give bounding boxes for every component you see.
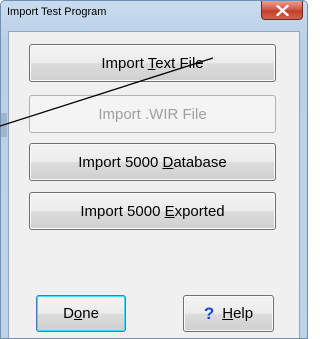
close-icon <box>276 5 289 16</box>
import-wir-file-button[interactable]: Import .WIR File <box>29 95 276 133</box>
import-text-file-button[interactable]: Import Text File <box>29 44 276 82</box>
import-5000-database-button[interactable]: Import 5000 Database <box>29 143 276 181</box>
import-5000-exported-button[interactable]: Import 5000 Exported <box>29 192 276 230</box>
import-test-program-dialog: Import Test Program Import Text File Imp… <box>0 0 308 339</box>
import-5000-exported-label: Import 5000 Exported <box>80 202 225 220</box>
import-wir-file-label: Import .WIR File <box>98 105 207 123</box>
dialog-client-area: Import Text File Import .WIR File Import… <box>8 31 300 338</box>
done-button[interactable]: Done <box>36 295 126 332</box>
done-label: Done <box>63 305 99 322</box>
question-mark-icon: ? <box>203 303 215 323</box>
window-title: Import Test Program <box>7 6 107 18</box>
import-5000-database-label: Import 5000 Database <box>78 153 227 171</box>
help-label: Help <box>222 305 254 322</box>
title-bar[interactable]: Import Test Program <box>1 1 307 25</box>
import-text-file-label: Import Text File <box>101 54 204 72</box>
help-button[interactable]: ? Help <box>183 295 274 332</box>
close-button[interactable] <box>261 1 303 20</box>
window-edge-grip <box>1 113 7 137</box>
